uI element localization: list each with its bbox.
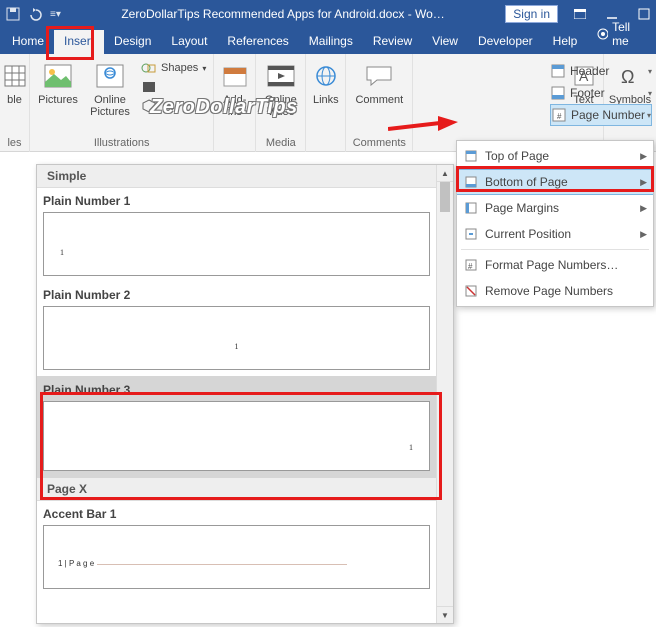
menu-page-margins[interactable]: Page Margins▶ [457,195,653,221]
svg-text:#: # [557,112,562,121]
comment-button[interactable]: Comment [350,56,408,106]
tab-view[interactable]: View [422,30,468,54]
quick-access-toolbar: ≡▾ [6,7,61,21]
ribbon: ble les Pictures Online Pictures Shapes … [0,54,656,152]
menu-format-page-numbers[interactable]: #Format Page Numbers… [457,252,653,278]
gallery-item-plain-2[interactable]: 1 [43,306,430,370]
pictures-button[interactable]: Pictures [34,56,82,106]
title-bar: ≡▾ ZeroDollarTips Recommended Apps for A… [0,0,656,28]
ribbon-display-icon[interactable] [574,8,586,20]
gallery-item-plain-1[interactable]: 1 [43,212,430,276]
tab-home[interactable]: Home [2,30,54,54]
gallery-item-plain-3[interactable]: 1 [43,401,430,471]
undo-icon[interactable] [28,7,42,21]
3d-models-button[interactable] [138,98,209,114]
scroll-up-icon[interactable]: ▲ [437,165,453,182]
document-title: ZeroDollarTips Recommended Apps for Andr… [61,7,505,21]
scroll-thumb[interactable] [440,182,450,212]
tab-insert[interactable]: Insert [54,30,104,54]
svg-text:#: # [468,262,473,271]
shapes-button[interactable]: Shapes ▾ [138,60,209,76]
icons-button[interactable] [138,79,209,95]
shapes-mini: Shapes ▾ [138,56,209,114]
group-tables: ble les [0,54,30,152]
gallery-section-simple: Simple [37,165,436,188]
page-number-button[interactable]: #Page Number▾ [550,104,652,126]
tab-layout[interactable]: Layout [161,30,217,54]
menu-remove-page-numbers[interactable]: Remove Page Numbers [457,278,653,304]
addins-button[interactable]: Add- ins [216,56,254,118]
scroll-down-icon[interactable]: ▼ [437,606,453,623]
page-number-menu: Top of Page▶ Bottom of Page▶ Page Margin… [456,140,654,307]
online-pictures-button[interactable]: Online Pictures [86,56,134,118]
tab-design[interactable]: Design [104,30,161,54]
tab-references[interactable]: References [217,30,298,54]
menu-top-of-page[interactable]: Top of Page▶ [457,143,653,169]
group-illustrations: Pictures Online Pictures Shapes ▾ Illust… [30,54,214,152]
tell-me[interactable]: Tell me [587,16,656,54]
tab-help[interactable]: Help [543,30,588,54]
group-comments: Comment Comments [346,54,413,152]
table-button[interactable]: ble [1,56,29,106]
scrollbar[interactable]: ▲ ▼ [436,165,453,623]
footer-button[interactable]: Footer▾ [550,82,652,104]
online-video-button[interactable]: Online Video [257,56,305,118]
tab-developer[interactable]: Developer [468,30,543,54]
gallery-item-title: Plain Number 1 [37,188,436,212]
menu-bottom-of-page[interactable]: Bottom of Page▶ [457,169,653,195]
header-button[interactable]: Header▾ [550,60,652,82]
group-addins: Add- ins [214,54,256,152]
group-headerfooter: Header▾ Footer▾ #Page Number▾ [413,54,564,152]
page-number-gallery: ▲ ▼ Simple Plain Number 1 1 Plain Number… [36,164,454,624]
links-button[interactable]: Links [308,56,344,106]
group-links: Links [306,54,346,152]
gallery-item-title: Plain Number 3 [37,377,436,401]
save-icon[interactable] [6,7,20,21]
sign-in-button[interactable]: Sign in [505,5,558,23]
menu-current-position[interactable]: Current Position▶ [457,221,653,247]
group-media: Online Video Media [256,54,306,152]
gallery-item-accent-1[interactable]: 1 | P a g e [43,525,430,589]
ribbon-tabs: Home Insert Design Layout References Mai… [0,28,656,54]
tab-mailings[interactable]: Mailings [299,30,363,54]
menu-separator [461,249,649,250]
gallery-item-title: Plain Number 2 [37,282,436,306]
tab-review[interactable]: Review [363,30,422,54]
gallery-item-title: Accent Bar 1 [37,501,436,525]
gallery-section-pagex: Page X [37,478,436,501]
customize-qat-icon[interactable]: ≡▾ [50,9,61,20]
